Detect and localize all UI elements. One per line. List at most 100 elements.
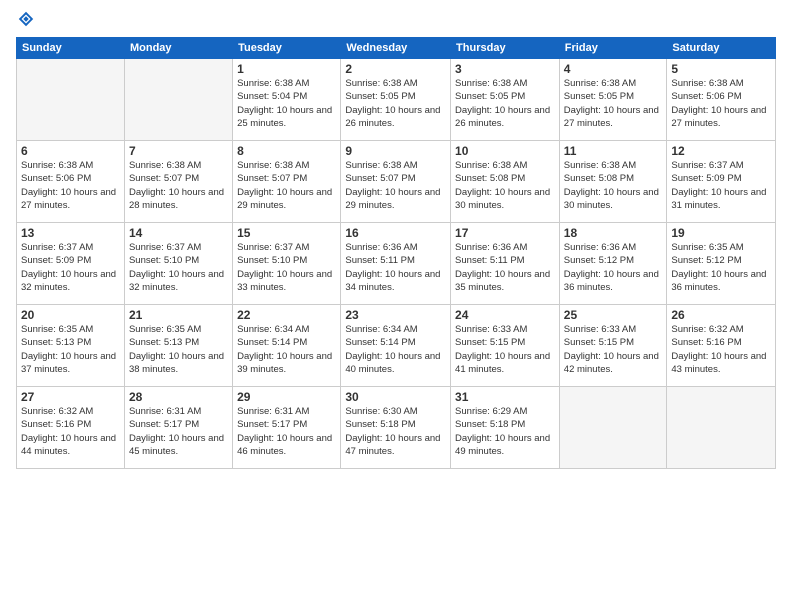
calendar-day-header: Sunday xyxy=(17,38,125,59)
day-info: Sunrise: 6:34 AM Sunset: 5:14 PM Dayligh… xyxy=(237,323,336,376)
day-number: 21 xyxy=(129,308,228,322)
day-info: Sunrise: 6:38 AM Sunset: 5:07 PM Dayligh… xyxy=(237,159,336,212)
day-info: Sunrise: 6:36 AM Sunset: 5:11 PM Dayligh… xyxy=(345,241,446,294)
day-info: Sunrise: 6:38 AM Sunset: 5:05 PM Dayligh… xyxy=(345,77,446,130)
calendar-cell: 17Sunrise: 6:36 AM Sunset: 5:11 PM Dayli… xyxy=(451,223,560,305)
day-info: Sunrise: 6:32 AM Sunset: 5:16 PM Dayligh… xyxy=(21,405,120,458)
calendar-cell: 3Sunrise: 6:38 AM Sunset: 5:05 PM Daylig… xyxy=(451,59,560,141)
calendar-cell: 29Sunrise: 6:31 AM Sunset: 5:17 PM Dayli… xyxy=(233,387,341,469)
day-info: Sunrise: 6:38 AM Sunset: 5:07 PM Dayligh… xyxy=(129,159,228,212)
calendar-cell: 22Sunrise: 6:34 AM Sunset: 5:14 PM Dayli… xyxy=(233,305,341,387)
day-info: Sunrise: 6:38 AM Sunset: 5:06 PM Dayligh… xyxy=(21,159,120,212)
calendar-cell: 18Sunrise: 6:36 AM Sunset: 5:12 PM Dayli… xyxy=(559,223,667,305)
calendar-week-row: 6Sunrise: 6:38 AM Sunset: 5:06 PM Daylig… xyxy=(17,141,776,223)
day-info: Sunrise: 6:38 AM Sunset: 5:05 PM Dayligh… xyxy=(455,77,555,130)
day-number: 17 xyxy=(455,226,555,240)
calendar-day-header: Saturday xyxy=(667,38,776,59)
day-number: 26 xyxy=(671,308,771,322)
calendar-cell: 16Sunrise: 6:36 AM Sunset: 5:11 PM Dayli… xyxy=(341,223,451,305)
day-number: 25 xyxy=(564,308,663,322)
calendar-cell: 20Sunrise: 6:35 AM Sunset: 5:13 PM Dayli… xyxy=(17,305,125,387)
day-number: 2 xyxy=(345,62,446,76)
day-number: 23 xyxy=(345,308,446,322)
day-number: 11 xyxy=(564,144,663,158)
calendar-cell: 31Sunrise: 6:29 AM Sunset: 5:18 PM Dayli… xyxy=(451,387,560,469)
day-number: 15 xyxy=(237,226,336,240)
day-number: 16 xyxy=(345,226,446,240)
calendar-day-header: Thursday xyxy=(451,38,560,59)
calendar-day-header: Tuesday xyxy=(233,38,341,59)
calendar-cell: 25Sunrise: 6:33 AM Sunset: 5:15 PM Dayli… xyxy=(559,305,667,387)
day-info: Sunrise: 6:38 AM Sunset: 5:06 PM Dayligh… xyxy=(671,77,771,130)
calendar-cell: 2Sunrise: 6:38 AM Sunset: 5:05 PM Daylig… xyxy=(341,59,451,141)
day-info: Sunrise: 6:37 AM Sunset: 5:09 PM Dayligh… xyxy=(671,159,771,212)
day-number: 20 xyxy=(21,308,120,322)
calendar-cell: 14Sunrise: 6:37 AM Sunset: 5:10 PM Dayli… xyxy=(124,223,232,305)
day-number: 14 xyxy=(129,226,228,240)
calendar-day-header: Friday xyxy=(559,38,667,59)
day-number: 1 xyxy=(237,62,336,76)
calendar-cell: 1Sunrise: 6:38 AM Sunset: 5:04 PM Daylig… xyxy=(233,59,341,141)
calendar-cell: 23Sunrise: 6:34 AM Sunset: 5:14 PM Dayli… xyxy=(341,305,451,387)
day-number: 10 xyxy=(455,144,555,158)
calendar-week-row: 13Sunrise: 6:37 AM Sunset: 5:09 PM Dayli… xyxy=(17,223,776,305)
day-number: 22 xyxy=(237,308,336,322)
day-info: Sunrise: 6:35 AM Sunset: 5:13 PM Dayligh… xyxy=(21,323,120,376)
calendar-cell: 19Sunrise: 6:35 AM Sunset: 5:12 PM Dayli… xyxy=(667,223,776,305)
day-info: Sunrise: 6:38 AM Sunset: 5:08 PM Dayligh… xyxy=(455,159,555,212)
calendar-cell xyxy=(124,59,232,141)
day-info: Sunrise: 6:36 AM Sunset: 5:11 PM Dayligh… xyxy=(455,241,555,294)
day-number: 9 xyxy=(345,144,446,158)
calendar-cell: 26Sunrise: 6:32 AM Sunset: 5:16 PM Dayli… xyxy=(667,305,776,387)
calendar-cell: 21Sunrise: 6:35 AM Sunset: 5:13 PM Dayli… xyxy=(124,305,232,387)
calendar-cell: 24Sunrise: 6:33 AM Sunset: 5:15 PM Dayli… xyxy=(451,305,560,387)
calendar-day-header: Wednesday xyxy=(341,38,451,59)
day-number: 29 xyxy=(237,390,336,404)
day-number: 12 xyxy=(671,144,771,158)
logo-icon xyxy=(17,10,35,28)
day-info: Sunrise: 6:32 AM Sunset: 5:16 PM Dayligh… xyxy=(671,323,771,376)
day-info: Sunrise: 6:38 AM Sunset: 5:04 PM Dayligh… xyxy=(237,77,336,130)
day-info: Sunrise: 6:30 AM Sunset: 5:18 PM Dayligh… xyxy=(345,405,446,458)
logo xyxy=(16,10,35,33)
header xyxy=(16,10,776,33)
calendar-day-header: Monday xyxy=(124,38,232,59)
day-info: Sunrise: 6:37 AM Sunset: 5:09 PM Dayligh… xyxy=(21,241,120,294)
day-info: Sunrise: 6:33 AM Sunset: 5:15 PM Dayligh… xyxy=(564,323,663,376)
day-number: 7 xyxy=(129,144,228,158)
day-info: Sunrise: 6:38 AM Sunset: 5:08 PM Dayligh… xyxy=(564,159,663,212)
day-number: 6 xyxy=(21,144,120,158)
calendar-cell: 12Sunrise: 6:37 AM Sunset: 5:09 PM Dayli… xyxy=(667,141,776,223)
day-number: 27 xyxy=(21,390,120,404)
page: SundayMondayTuesdayWednesdayThursdayFrid… xyxy=(0,0,792,479)
calendar-week-row: 27Sunrise: 6:32 AM Sunset: 5:16 PM Dayli… xyxy=(17,387,776,469)
calendar-cell: 4Sunrise: 6:38 AM Sunset: 5:05 PM Daylig… xyxy=(559,59,667,141)
calendar-cell: 30Sunrise: 6:30 AM Sunset: 5:18 PM Dayli… xyxy=(341,387,451,469)
day-info: Sunrise: 6:36 AM Sunset: 5:12 PM Dayligh… xyxy=(564,241,663,294)
day-number: 28 xyxy=(129,390,228,404)
day-number: 3 xyxy=(455,62,555,76)
calendar-cell: 10Sunrise: 6:38 AM Sunset: 5:08 PM Dayli… xyxy=(451,141,560,223)
calendar-cell: 6Sunrise: 6:38 AM Sunset: 5:06 PM Daylig… xyxy=(17,141,125,223)
day-info: Sunrise: 6:37 AM Sunset: 5:10 PM Dayligh… xyxy=(237,241,336,294)
day-info: Sunrise: 6:31 AM Sunset: 5:17 PM Dayligh… xyxy=(237,405,336,458)
calendar: SundayMondayTuesdayWednesdayThursdayFrid… xyxy=(16,37,776,469)
day-info: Sunrise: 6:29 AM Sunset: 5:18 PM Dayligh… xyxy=(455,405,555,458)
day-number: 8 xyxy=(237,144,336,158)
day-info: Sunrise: 6:35 AM Sunset: 5:12 PM Dayligh… xyxy=(671,241,771,294)
calendar-week-row: 20Sunrise: 6:35 AM Sunset: 5:13 PM Dayli… xyxy=(17,305,776,387)
calendar-week-row: 1Sunrise: 6:38 AM Sunset: 5:04 PM Daylig… xyxy=(17,59,776,141)
calendar-cell xyxy=(667,387,776,469)
calendar-cell: 7Sunrise: 6:38 AM Sunset: 5:07 PM Daylig… xyxy=(124,141,232,223)
calendar-cell xyxy=(559,387,667,469)
calendar-cell: 28Sunrise: 6:31 AM Sunset: 5:17 PM Dayli… xyxy=(124,387,232,469)
calendar-cell: 5Sunrise: 6:38 AM Sunset: 5:06 PM Daylig… xyxy=(667,59,776,141)
day-info: Sunrise: 6:34 AM Sunset: 5:14 PM Dayligh… xyxy=(345,323,446,376)
calendar-cell: 15Sunrise: 6:37 AM Sunset: 5:10 PM Dayli… xyxy=(233,223,341,305)
day-info: Sunrise: 6:35 AM Sunset: 5:13 PM Dayligh… xyxy=(129,323,228,376)
calendar-cell xyxy=(17,59,125,141)
day-number: 30 xyxy=(345,390,446,404)
day-info: Sunrise: 6:33 AM Sunset: 5:15 PM Dayligh… xyxy=(455,323,555,376)
calendar-cell: 8Sunrise: 6:38 AM Sunset: 5:07 PM Daylig… xyxy=(233,141,341,223)
day-info: Sunrise: 6:38 AM Sunset: 5:07 PM Dayligh… xyxy=(345,159,446,212)
